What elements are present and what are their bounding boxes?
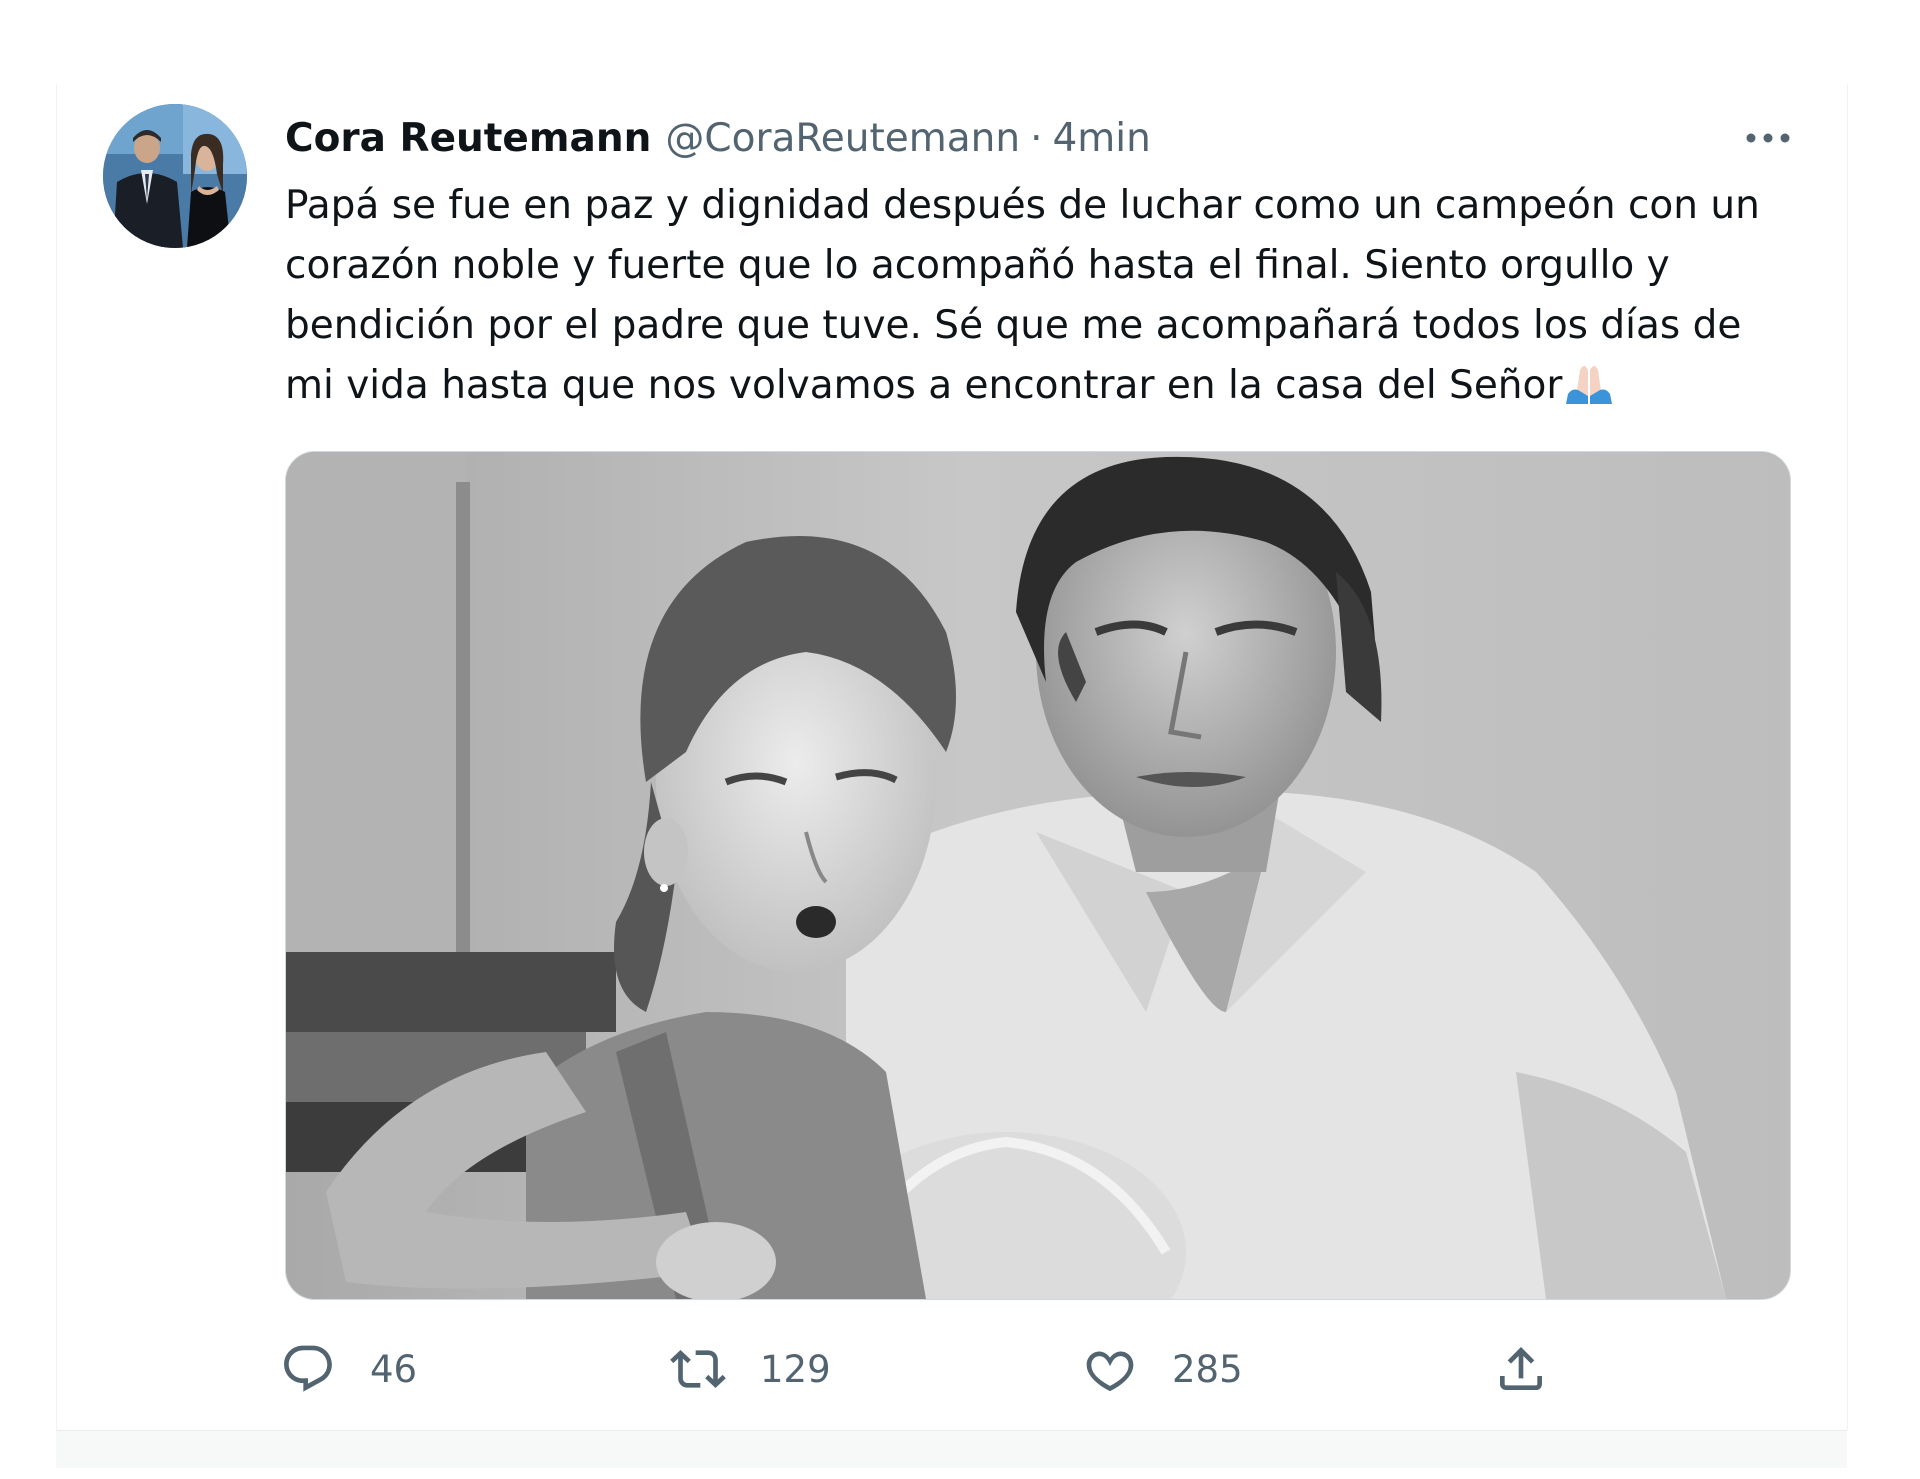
tweet-header: Cora Reutemann @CoraReutemann · 4min xyxy=(285,112,1151,164)
like-count: 285 xyxy=(1172,1347,1243,1391)
page: Cora Reutemann @CoraReutemann · 4min Pap… xyxy=(0,0,1920,1479)
share-button[interactable] xyxy=(1493,1334,1549,1404)
tweet-text-line-4: mi vida hasta que nos volvamos a encontr… xyxy=(285,363,1563,408)
tweet-actions: 46 129 285 xyxy=(280,1334,1580,1404)
avatar-image xyxy=(103,104,247,248)
more-icon xyxy=(1746,133,1790,143)
tweet-text-line-3: bendición por el padre que tuve. Sé que … xyxy=(285,303,1742,348)
photo-image xyxy=(286,452,1790,1299)
tweet-media-photo[interactable] xyxy=(285,451,1791,1300)
tweet-text: Papá se fue en paz y dignidad después de… xyxy=(285,176,1805,416)
reply-count: 46 xyxy=(370,1347,418,1391)
tweet-text-line-2: corazón noble y fuerte que lo acompañó h… xyxy=(285,243,1670,288)
folded-hands-emoji xyxy=(1562,358,1616,404)
reply-icon xyxy=(284,1345,332,1392)
separator-dot: · xyxy=(1030,115,1043,161)
retweet-icon xyxy=(670,1350,726,1388)
tweet-text-line-1: Papá se fue en paz y dignidad después de… xyxy=(285,183,1760,228)
share-icon xyxy=(1500,1347,1542,1390)
reply-button[interactable]: 46 xyxy=(280,1334,417,1404)
retweet-count: 129 xyxy=(760,1347,831,1391)
timestamp[interactable]: 4min xyxy=(1052,116,1150,161)
like-button[interactable]: 285 xyxy=(1082,1334,1243,1404)
timeline-separator xyxy=(56,1430,1847,1468)
avatar[interactable] xyxy=(103,104,247,248)
user-handle[interactable]: @CoraReutemann xyxy=(665,116,1020,161)
heart-icon xyxy=(1086,1351,1134,1392)
retweet-button[interactable]: 129 xyxy=(670,1334,831,1404)
more-options-button[interactable] xyxy=(1740,118,1796,158)
display-name[interactable]: Cora Reutemann xyxy=(285,116,651,161)
